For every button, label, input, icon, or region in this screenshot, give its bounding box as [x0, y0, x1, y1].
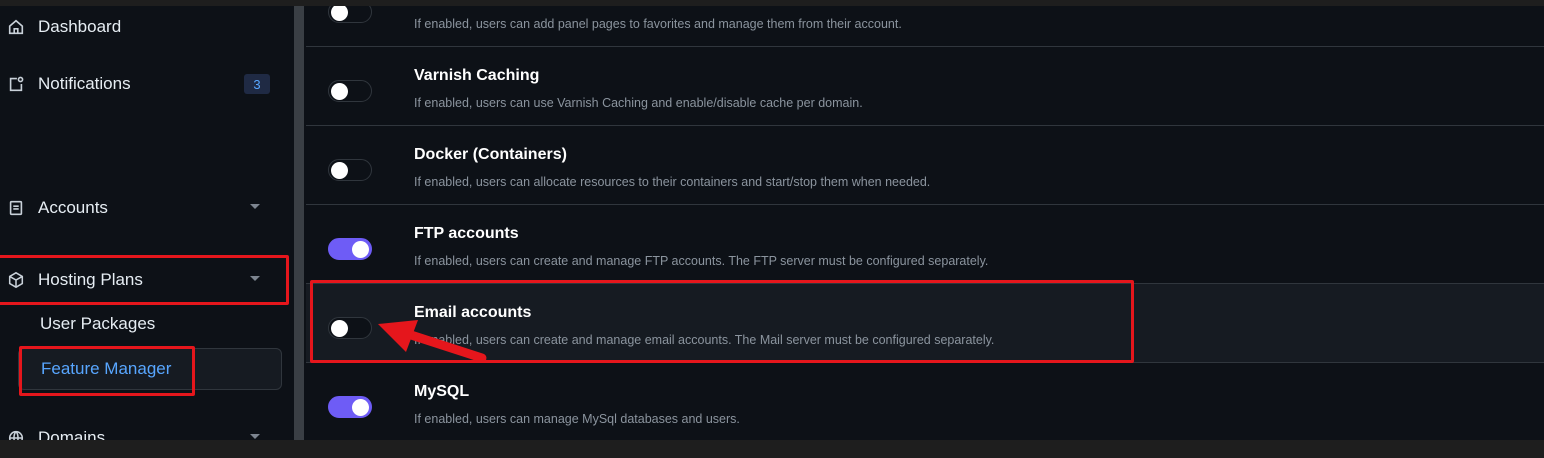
notifications-count-badge: 3	[244, 74, 270, 94]
app-frame: Dashboard Notifications 3 Accounts Hosti…	[0, 6, 1544, 440]
highlight-box-hosting-plans	[0, 255, 289, 305]
feature-toggle[interactable]	[328, 238, 372, 260]
feature-title: FTP accounts	[414, 225, 519, 242]
highlight-box-feature-manager	[19, 346, 195, 396]
sidebar-item-label: Accounts	[38, 198, 108, 217]
globe-icon	[6, 428, 26, 440]
sidebar-item-label: User Packages	[40, 314, 156, 333]
feature-row-ftp-accounts: FTP accounts If enabled, users can creat…	[306, 205, 1544, 284]
feature-description: If enabled, users can manage MySql datab…	[414, 412, 740, 426]
sidebar-item-notifications[interactable]: Notifications 3	[0, 64, 290, 104]
sidebar-item-label: Dashboard	[38, 17, 122, 36]
feature-title: Docker (Containers)	[414, 146, 567, 163]
feature-row-favorites: If enabled, users can add panel pages to…	[306, 6, 1544, 47]
feature-title: Varnish Caching	[414, 67, 540, 84]
feature-toggle[interactable]	[328, 6, 372, 23]
feature-description: If enabled, users can use Varnish Cachin…	[414, 96, 863, 110]
toggle-knob	[331, 162, 348, 179]
feature-description: If enabled, users can create and manage …	[414, 254, 989, 268]
sidebar: Dashboard Notifications 3 Accounts Hosti…	[0, 6, 294, 440]
sidebar-subitem-user-packages[interactable]: User Packages	[18, 304, 280, 344]
toggle-knob	[331, 83, 348, 100]
feature-description: If enabled, users can allocate resources…	[414, 175, 931, 189]
home-icon	[6, 17, 26, 37]
feature-toggle[interactable]	[328, 396, 372, 418]
feature-toggle[interactable]	[328, 159, 372, 181]
chevron-down-icon	[250, 434, 260, 439]
document-icon	[6, 198, 26, 218]
toggle-knob	[352, 241, 369, 258]
feature-toggle[interactable]	[328, 80, 372, 102]
feature-list: If enabled, users can add panel pages to…	[306, 6, 1544, 440]
feature-row-varnish-caching: Varnish Caching If enabled, users can us…	[306, 47, 1544, 126]
sidebar-scrollbar[interactable]	[294, 6, 304, 440]
chevron-down-icon	[250, 204, 260, 209]
sidebar-item-label: Notifications	[38, 74, 131, 93]
sidebar-item-dashboard[interactable]: Dashboard	[0, 7, 290, 47]
feature-row-mysql: MySQL If enabled, users can manage MySql…	[306, 363, 1544, 440]
sidebar-item-label: Domains	[38, 428, 106, 440]
toggle-knob	[331, 6, 348, 21]
sidebar-item-domains[interactable]: Domains	[0, 418, 290, 440]
sidebar-item-accounts[interactable]: Accounts	[0, 188, 290, 228]
feature-row-docker: Docker (Containers) If enabled, users ca…	[306, 126, 1544, 205]
red-arrow-annotation	[378, 320, 487, 363]
feature-description: If enabled, users can add panel pages to…	[414, 17, 902, 31]
toggle-knob	[352, 399, 369, 416]
feature-title: MySQL	[414, 383, 470, 400]
notification-icon	[6, 74, 26, 94]
